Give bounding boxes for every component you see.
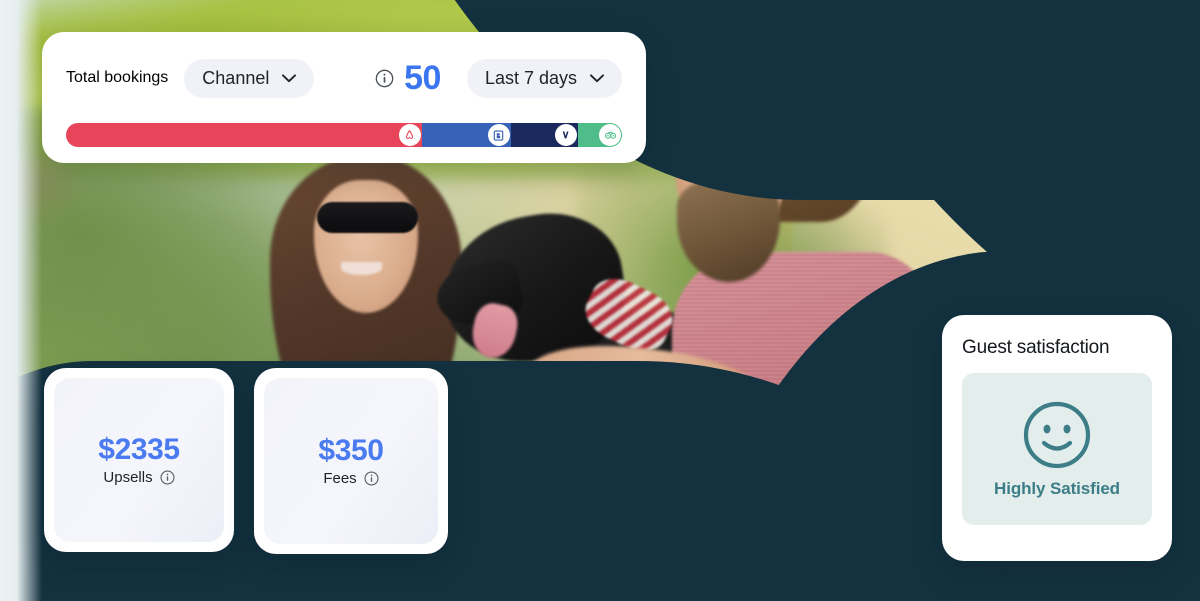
channel-filter-label: Channel xyxy=(202,67,270,88)
light-edge-left xyxy=(0,0,42,601)
info-icon[interactable] xyxy=(375,69,394,88)
stat-label-row: Upsells xyxy=(103,468,175,486)
info-icon[interactable] xyxy=(364,471,379,486)
airbnb-icon xyxy=(398,124,421,146)
chevron-down-icon xyxy=(282,73,297,83)
stat-card-upsells-body: $2335 Upsells xyxy=(54,378,224,542)
chevron-down-icon xyxy=(590,73,604,83)
stat-label-row: Fees xyxy=(323,469,379,487)
date-range-dropdown[interactable]: Last 7 days xyxy=(466,58,622,98)
smiley-face-icon xyxy=(1021,399,1093,471)
info-icon[interactable] xyxy=(160,470,175,485)
guest-satisfaction-panel: Highly Satisfied xyxy=(962,373,1152,525)
stat-value: $2335 xyxy=(98,433,180,467)
booking-icon xyxy=(487,124,510,146)
date-range-label: Last 7 days xyxy=(484,67,577,88)
channel-filter-dropdown[interactable]: Channel xyxy=(184,58,315,98)
total-bookings-card: Total bookings Channel 50 Last 7 days xyxy=(42,32,646,163)
app-screenshot: Total bookings Channel 50 Last 7 days $2… xyxy=(0,0,1200,601)
bookings-count: 50 xyxy=(404,59,441,97)
vrbo-icon xyxy=(554,124,577,146)
guest-satisfaction-status: Highly Satisfied xyxy=(994,479,1120,498)
channel-segment-booking[interactable] xyxy=(421,123,511,147)
guest-satisfaction-title: Guest satisfaction xyxy=(962,337,1110,358)
stat-card-upsells[interactable]: $2335 Upsells xyxy=(44,368,234,552)
stat-card-fees-body: $350 Fees xyxy=(264,378,438,544)
stat-card-fees[interactable]: $350 Fees xyxy=(254,368,448,554)
channel-segment-tripadvisor[interactable] xyxy=(577,123,622,147)
channel-distribution-bar xyxy=(66,123,622,147)
total-bookings-header: Total bookings Channel 50 Last 7 days xyxy=(66,50,622,106)
photo-woman-sunglasses xyxy=(316,201,418,234)
total-bookings-metric: 50 Last 7 days xyxy=(375,58,622,98)
guest-satisfaction-card: Guest satisfaction Highly Satisfied xyxy=(942,315,1172,561)
channel-segment-vrbo[interactable] xyxy=(510,123,578,147)
stat-label: Upsells xyxy=(103,468,153,486)
channel-segment-airbnb[interactable] xyxy=(66,123,422,147)
page-title: Total bookings xyxy=(66,69,169,86)
stat-label: Fees xyxy=(323,469,357,487)
stat-value: $350 xyxy=(318,434,384,468)
tripadvisor-icon xyxy=(599,124,621,146)
